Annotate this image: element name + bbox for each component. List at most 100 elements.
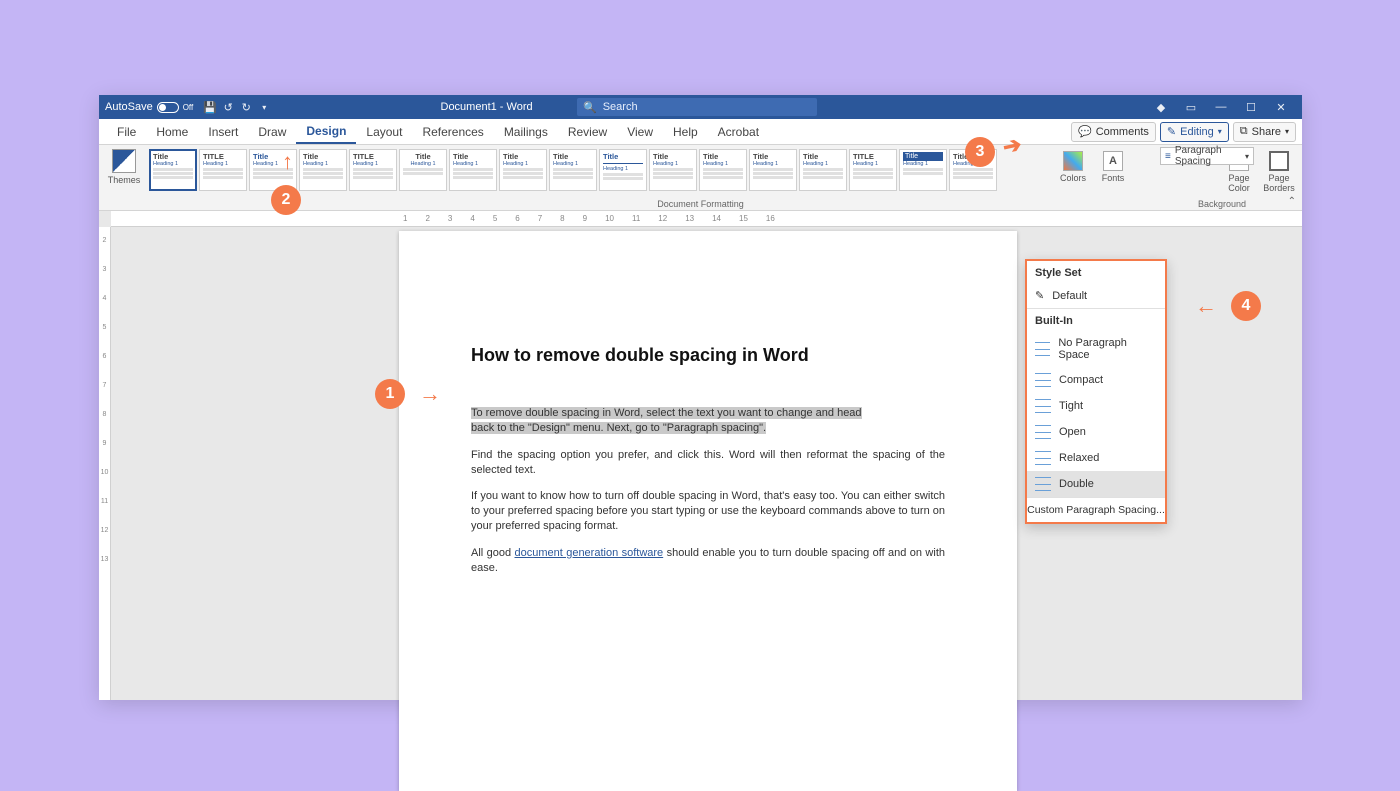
tab-mailings[interactable]: Mailings	[494, 119, 558, 144]
search-icon: 🔍	[583, 101, 597, 114]
doc-link[interactable]: document generation software	[515, 547, 664, 559]
vertical-ruler[interactable]: 2345678910111213	[99, 227, 111, 700]
gallery-item[interactable]: TitleHeading 1	[899, 149, 947, 191]
background-group-label: Background	[1198, 199, 1246, 209]
tab-review[interactable]: Review	[558, 119, 617, 144]
dropdown-option-relaxed[interactable]: Relaxed	[1027, 445, 1165, 471]
dropdown-custom-spacing[interactable]: Custom Paragraph Spacing...	[1027, 497, 1165, 522]
dropdown-header-builtin: Built-In	[1027, 309, 1165, 331]
gallery-item[interactable]: TitleHeading 1	[599, 149, 647, 191]
themes-icon	[112, 149, 136, 173]
doc-para-3: If you want to know how to turn off doub…	[471, 489, 945, 534]
comments-button[interactable]: 💬Comments	[1071, 122, 1156, 142]
tab-layout[interactable]: Layout	[356, 119, 412, 144]
annotation-badge-3: 3	[965, 137, 995, 167]
tab-help[interactable]: Help	[663, 119, 708, 144]
doc-heading: How to remove double spacing in Word	[471, 345, 945, 366]
tab-home[interactable]: Home	[146, 119, 198, 144]
paragraph-spacing-button[interactable]: ≡ Paragraph Spacing ▾	[1160, 147, 1254, 165]
style-gallery[interactable]: TitleHeading 1 TITLEHeading 1 TitleHeadi…	[149, 149, 997, 191]
colors-button[interactable]: Colors	[1056, 151, 1090, 183]
gallery-item[interactable]: TitleHeading 1	[449, 149, 497, 191]
word-window: AutoSave Off 💾 ↺ ↻ ▾ Document1 - Word 🔍 …	[99, 95, 1302, 700]
ribbon-mode-icon[interactable]: ▭	[1176, 95, 1206, 119]
gallery-item[interactable]: TitleHeading 1	[299, 149, 347, 191]
chevron-down-icon: ▾	[1245, 152, 1249, 161]
tab-insert[interactable]: Insert	[198, 119, 248, 144]
gallery-item[interactable]: TitleHeading 1	[699, 149, 747, 191]
save-icon[interactable]: 💾	[201, 98, 219, 116]
gallery-item[interactable]: TitleHeading 1	[749, 149, 797, 191]
tab-design[interactable]: Design	[296, 119, 356, 144]
annotation-badge-4: 4	[1231, 291, 1261, 321]
dropdown-option-no-space[interactable]: No Paragraph Space	[1027, 331, 1165, 367]
editing-label: Editing	[1180, 126, 1214, 138]
paragraph-spacing-label: Paragraph Spacing	[1175, 145, 1241, 167]
document-page[interactable]: How to remove double spacing in Word To …	[399, 231, 1017, 791]
tab-acrobat[interactable]: Acrobat	[708, 119, 769, 144]
doc-title: Document1 - Word	[441, 101, 533, 113]
gallery-item[interactable]: TITLEHeading 1	[849, 149, 897, 191]
dropdown-option-compact[interactable]: Compact	[1027, 367, 1165, 393]
toggle-switch-icon	[157, 102, 179, 113]
fonts-icon: A	[1103, 151, 1123, 171]
spacing-icon	[1035, 451, 1051, 465]
spacing-icon	[1035, 399, 1051, 413]
page-borders-icon	[1269, 151, 1289, 171]
tab-draw[interactable]: Draw	[248, 119, 296, 144]
tab-references[interactable]: References	[412, 119, 493, 144]
minimize-icon[interactable]: —	[1206, 95, 1236, 119]
paragraph-spacing-icon: ≡	[1165, 151, 1171, 162]
group-label: Document Formatting	[657, 199, 744, 209]
autosave-toggle[interactable]: AutoSave Off	[105, 101, 193, 113]
ribbon-tabs: File Home Insert Draw Design Layout Refe…	[99, 119, 1302, 145]
share-button[interactable]: ⧉ Share ▾	[1233, 122, 1296, 142]
dropdown-option-default[interactable]: ✎Default	[1027, 283, 1165, 308]
doc-para-1: To remove double spacing in Word, select…	[471, 406, 945, 436]
gallery-item[interactable]: TitleHeading 1	[149, 149, 197, 191]
doc-para-4: All good document generation software sh…	[471, 546, 945, 576]
launch-icon[interactable]: ◆	[1146, 95, 1176, 119]
fonts-button[interactable]: AFonts	[1096, 151, 1130, 183]
gallery-item[interactable]: TitleHeading 1	[649, 149, 697, 191]
tab-view[interactable]: View	[617, 119, 663, 144]
gallery-item[interactable]: TitleHeading 1	[549, 149, 597, 191]
gallery-item[interactable]: TITLEHeading 1	[349, 149, 397, 191]
page-borders-button[interactable]: Page Borders	[1262, 151, 1296, 193]
arrow-left-icon: ←	[1195, 293, 1217, 319]
tab-file[interactable]: File	[107, 119, 146, 144]
dropdown-option-open[interactable]: Open	[1027, 419, 1165, 445]
gallery-item[interactable]: TitleHeading 1	[399, 149, 447, 191]
gallery-item[interactable]: TITLEHeading 1	[199, 149, 247, 191]
arrow-up-icon: ↑	[282, 149, 293, 175]
search-input[interactable]: 🔍 Search	[577, 98, 817, 116]
close-icon[interactable]: ✕	[1266, 95, 1296, 119]
comment-icon: 💬	[1078, 125, 1092, 138]
doc-para-2: Find the spacing option you prefer, and …	[471, 448, 945, 478]
arrow-right-icon: →	[419, 381, 441, 407]
autosave-state: Off	[183, 103, 194, 112]
search-placeholder: Search	[603, 101, 638, 113]
editing-button[interactable]: ✎Editing▾	[1160, 122, 1229, 142]
themes-button[interactable]: Themes	[105, 149, 143, 185]
themes-label: Themes	[108, 175, 141, 185]
gallery-item[interactable]: TitleHeading 1	[799, 149, 847, 191]
collapse-ribbon-icon[interactable]: ⌃	[1288, 196, 1296, 207]
spacing-icon	[1035, 425, 1051, 439]
undo-icon[interactable]: ↺	[219, 98, 237, 116]
gallery-item[interactable]: TitleHeading 1	[499, 149, 547, 191]
qat-dropdown-icon[interactable]: ▾	[255, 98, 273, 116]
share-label: Share	[1252, 126, 1281, 138]
maximize-icon[interactable]: ☐	[1236, 95, 1266, 119]
annotation-badge-1: 1	[375, 379, 405, 409]
chevron-down-icon: ▾	[1285, 127, 1289, 136]
workspace: 12345678910111213141516 2345678910111213…	[99, 211, 1302, 700]
share-icon: ⧉	[1240, 125, 1248, 138]
dropdown-option-tight[interactable]: Tight	[1027, 393, 1165, 419]
dropdown-option-double[interactable]: Double	[1027, 471, 1165, 497]
autosave-label: AutoSave	[105, 101, 153, 113]
title-bar: AutoSave Off 💾 ↺ ↻ ▾ Document1 - Word 🔍 …	[99, 95, 1302, 119]
redo-icon[interactable]: ↻	[237, 98, 255, 116]
colors-icon	[1063, 151, 1083, 171]
chevron-down-icon: ▾	[1218, 127, 1222, 136]
